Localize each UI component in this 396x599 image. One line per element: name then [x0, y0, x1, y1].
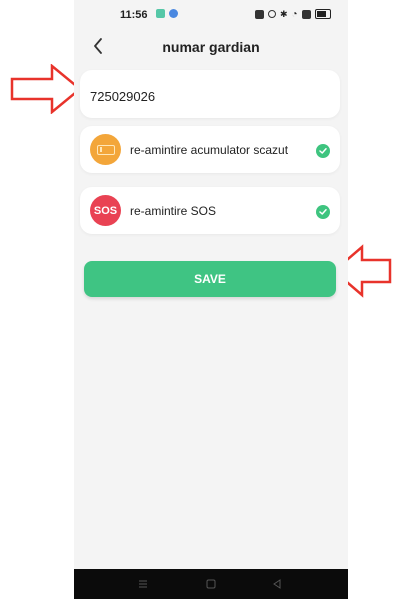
- app-notification-icon: [169, 9, 178, 18]
- sim-icon: [301, 9, 311, 19]
- reminder-label: re-amintire SOS: [130, 204, 217, 218]
- phone-screen: 11:56 ✱ ◔ numar gardian 725029026 re-ami…: [74, 0, 348, 599]
- menu-icon[interactable]: [136, 577, 150, 591]
- nfc-icon: [255, 9, 264, 19]
- battery-icon: [90, 134, 121, 165]
- annotation-arrow-right: [10, 64, 82, 114]
- reminder-label: re-amintire acumulator scazut: [130, 143, 289, 157]
- home-icon[interactable]: [204, 577, 218, 591]
- back-icon[interactable]: [270, 577, 284, 591]
- reminder-low-battery[interactable]: re-amintire acumulator scazut: [80, 126, 340, 173]
- status-bar: 11:56 ✱ ◔: [74, 0, 348, 28]
- reminder-sos[interactable]: SOS re-amintire SOS: [80, 187, 340, 234]
- bluetooth-icon: ✱: [280, 8, 288, 19]
- navigation-bar: [74, 569, 348, 599]
- data-icon: [268, 10, 276, 18]
- phone-number-value: 725029026: [90, 89, 156, 104]
- wifi-icon: ◔: [291, 8, 298, 20]
- phone-number-field[interactable]: 725029026: [80, 70, 340, 118]
- sos-icon: SOS: [90, 195, 121, 226]
- status-time: 11:56: [120, 9, 148, 21]
- check-icon[interactable]: [316, 144, 330, 158]
- message-icon: [156, 9, 165, 18]
- header: numar gardian: [74, 30, 348, 62]
- save-button[interactable]: SAVE: [84, 261, 336, 297]
- page-title: numar gardian: [162, 39, 260, 55]
- battery-icon: [314, 9, 331, 19]
- check-icon[interactable]: [316, 205, 330, 219]
